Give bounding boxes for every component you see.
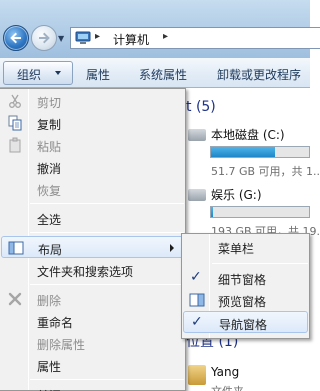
- submenu-item-navigation-pane[interactable]: ✓ 导航窗格: [183, 311, 308, 333]
- command-bar: 组织 属性 系统属性 卸载或更改程序: [0, 58, 310, 88]
- menu-item-delete[interactable]: 删除: [1, 288, 184, 310]
- menu-item-select-all[interactable]: 全选: [1, 207, 184, 229]
- menu-item-label: 删除属性: [37, 338, 86, 352]
- layout-submenu: 菜单栏 ✓ 细节窗格 预览窗格 ✓ 导航窗格: [181, 233, 310, 339]
- forward-button[interactable]: [31, 25, 57, 51]
- title-bar: ▼ ▸ 计算机 ▸: [0, 0, 320, 58]
- hard-drive-icon: [188, 129, 206, 141]
- breadcrumb-separator[interactable]: ▸: [163, 31, 168, 42]
- menu-separator: [30, 379, 184, 380]
- chevron-down-icon: [55, 71, 61, 75]
- submenu-item-label: 导航窗格: [219, 318, 268, 332]
- menu-item-layout[interactable]: 布局: [1, 236, 184, 258]
- submenu-item-details-pane[interactable]: ✓ 细节窗格: [183, 267, 308, 289]
- layout-icon: [8, 241, 24, 255]
- menu-separator: [30, 232, 184, 233]
- menu-item-copy[interactable]: 复制: [1, 112, 184, 134]
- menu-item-label: 删除: [37, 294, 62, 308]
- organize-label: 组织: [17, 68, 42, 82]
- submenu-arrow-icon: [170, 244, 174, 252]
- drive-usage-bar: [210, 206, 310, 218]
- breadcrumb-computer[interactable]: 计算机: [113, 31, 149, 48]
- back-button[interactable]: [3, 25, 29, 51]
- submenu-item-label: 预览窗格: [218, 295, 267, 309]
- drive-usage-fill: [211, 207, 213, 217]
- organize-button[interactable]: 组织: [3, 61, 73, 85]
- arrow-right-icon: [39, 32, 50, 44]
- group-header-hard-disks[interactable]: t (5): [186, 99, 216, 115]
- drive-usage-bar: [210, 146, 310, 158]
- menu-item-label: 恢复: [37, 184, 62, 198]
- computer-icon: [75, 31, 91, 44]
- hard-drive-icon: [188, 189, 206, 201]
- menu-item-undo[interactable]: 撤消: [1, 156, 184, 178]
- paste-icon: [9, 137, 21, 153]
- menu-item-remove-properties[interactable]: 删除属性: [1, 332, 184, 354]
- address-bar[interactable]: ▸ 计算机 ▸: [70, 27, 320, 49]
- menu-item-label: 全选: [37, 213, 62, 227]
- menu-item-label: 撤消: [37, 162, 62, 176]
- menu-item-folder-options[interactable]: 文件夹和搜索选项: [1, 259, 184, 281]
- arrow-left-icon: [10, 32, 21, 44]
- menu-item-paste[interactable]: 粘贴: [1, 134, 184, 156]
- submenu-item-menu-bar[interactable]: 菜单栏: [183, 236, 308, 258]
- drive-free-space: 51.7 GB 可用，共 1...: [211, 165, 320, 178]
- menu-separator: [30, 284, 184, 285]
- submenu-item-label: 菜单栏: [218, 242, 255, 256]
- menu-item-label: 属性: [37, 360, 62, 374]
- menu-item-properties[interactable]: 属性: [1, 354, 184, 376]
- menu-item-label: 布局: [38, 243, 63, 257]
- menu-item-label: 粘贴: [37, 140, 62, 154]
- menu-item-label: 关闭: [37, 387, 61, 391]
- organize-menu: 剪切 复制 粘贴 撤消 恢复 全选 布局 文件夹和搜索选项 删除 重命名 删除属…: [0, 88, 186, 391]
- delete-icon: [8, 292, 22, 306]
- submenu-item-label: 细节窗格: [218, 273, 267, 287]
- uninstall-program-button[interactable]: 卸载或更改程序: [217, 66, 301, 83]
- drive-usage-fill: [211, 147, 275, 157]
- recent-pages-dropdown[interactable]: ▼: [58, 34, 64, 43]
- drive-name[interactable]: 娱乐 (G:): [211, 186, 262, 203]
- properties-button[interactable]: 属性: [86, 66, 110, 83]
- menu-item-cut[interactable]: 剪切: [1, 90, 184, 112]
- system-properties-button[interactable]: 系统属性: [139, 66, 187, 83]
- checkmark-icon: ✓: [191, 314, 203, 330]
- folder-type: 文件夹: [211, 383, 244, 391]
- menu-separator: [30, 203, 184, 204]
- breadcrumb-separator[interactable]: ▸: [95, 31, 100, 42]
- menu-separator: [212, 263, 308, 264]
- preview-pane-icon: [189, 293, 205, 307]
- menu-item-label: 剪切: [37, 96, 62, 110]
- menu-item-redo[interactable]: 恢复: [1, 178, 184, 200]
- menu-item-close[interactable]: 关闭: [1, 383, 184, 391]
- folder-icon: [188, 365, 206, 385]
- checkmark-icon: ✓: [190, 269, 202, 285]
- submenu-item-preview-pane[interactable]: 预览窗格: [183, 289, 308, 311]
- cut-icon: [9, 94, 21, 108]
- copy-icon: [8, 115, 22, 131]
- menu-item-label: 重命名: [37, 316, 74, 330]
- menu-item-label: 复制: [37, 118, 62, 132]
- menu-item-rename[interactable]: 重命名: [1, 310, 184, 332]
- menu-item-label: 文件夹和搜索选项: [37, 265, 134, 279]
- folder-name[interactable]: Yang: [211, 365, 239, 379]
- drive-name[interactable]: 本地磁盘 (C:): [211, 126, 285, 143]
